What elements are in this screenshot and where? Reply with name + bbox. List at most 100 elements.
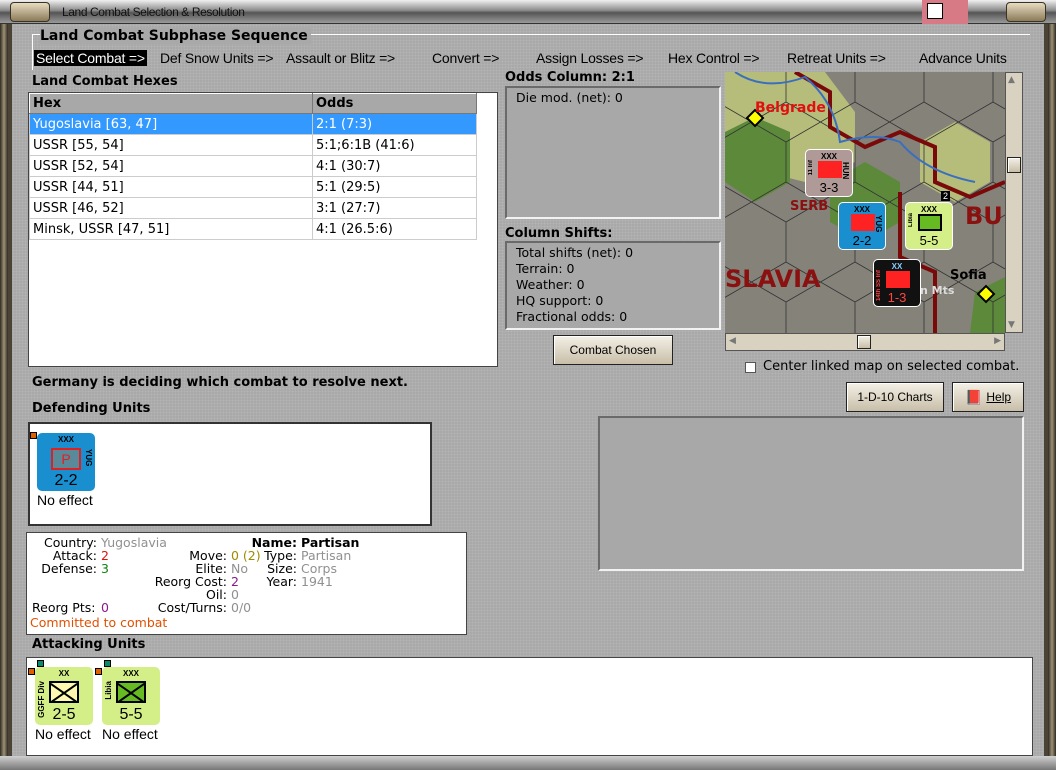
unit-size: XXX xyxy=(122,669,139,678)
attacking-unit-counter[interactable]: XX GGFF Div 2-5 xyxy=(35,667,93,725)
defending-units-panel: XXX P YUG 2-2 No effect xyxy=(28,422,432,526)
hq-support-shift: HQ support: 0 xyxy=(516,293,604,308)
hex-row[interactable]: Minsk, USSR [47, 51] 4:1 (26.5:6) xyxy=(29,218,477,240)
infantry-symbol-icon xyxy=(851,214,875,231)
help-label: Help xyxy=(986,390,1012,404)
hex-row[interactable]: USSR [46, 52] 3:1 (27:7) xyxy=(29,197,477,219)
scroll-up-arrow-icon[interactable]: ▲ xyxy=(1008,75,1015,85)
status-dot xyxy=(37,660,44,667)
hex-row[interactable]: Yugoslavia [63, 47] 2:1 (7:3) xyxy=(29,113,477,135)
reorg-pts-value: 0 xyxy=(101,600,109,615)
map-horizontal-scrollbar[interactable]: ◀ ▶ xyxy=(725,333,1005,351)
year-label: Year: xyxy=(266,574,297,589)
subphase-sequence-title: Land Combat Subphase Sequence xyxy=(40,28,311,44)
terrain-shift: Terrain: 0 xyxy=(516,261,575,276)
infantry-symbol-icon xyxy=(918,214,942,231)
hex-cell: USSR [44, 51] xyxy=(29,176,313,198)
hex-row[interactable]: USSR [52, 54] 4:1 (30:7) xyxy=(29,155,477,177)
unit-size: XXX xyxy=(853,205,870,214)
unit-size: XXX xyxy=(57,435,74,444)
collapse-button[interactable] xyxy=(10,2,50,22)
scroll-left-arrow-icon[interactable]: ◀ xyxy=(729,336,736,346)
column-shifts-panel: Total shifts (net): 0 Terrain: 0 Weather… xyxy=(505,241,721,330)
reorg-pts-label: Reorg Pts: xyxy=(32,600,96,615)
infantry-symbol-icon xyxy=(116,681,146,703)
step-assault-or-blitz: Assault or Blitz => xyxy=(286,50,396,66)
title-bar: Land Combat Selection & Resolution xyxy=(0,0,1056,24)
step-retreat-units: Retreat Units => xyxy=(787,50,886,66)
combat-chosen-button[interactable]: Combat Chosen xyxy=(553,335,673,365)
unit-name: Libia xyxy=(908,213,914,228)
unit-strength: 5-5 xyxy=(119,706,143,723)
hex-cell: USSR [55, 54] xyxy=(29,134,313,156)
defense-label: Defense: xyxy=(41,561,97,576)
unit-status: Committed to combat xyxy=(30,615,168,630)
help-book-icon: 📕 xyxy=(964,388,983,405)
unit-name: 11 Inf xyxy=(808,160,814,176)
land-combat-hexes-list: Hex Odds Yugoslavia [63, 47] 2:1 (7:3) USS… xyxy=(28,92,498,367)
hex-row[interactable]: USSR [44, 51] 5:1 (29:5) xyxy=(29,176,477,198)
unit-info-panel: Country: Yugoslavia Attack: 2 Defense: 3… xyxy=(26,532,467,635)
odds-cell: 5:1;6:1B (41:6) xyxy=(312,134,477,156)
column-header-hex[interactable]: Hex xyxy=(29,93,313,114)
weather-shift: Weather: 0 xyxy=(516,277,585,292)
odds-column-title: Odds Column: 2:1 xyxy=(505,70,635,85)
step-advance-units: Advance Units xyxy=(919,50,1007,66)
status-dot xyxy=(30,432,37,439)
linked-map[interactable]: Belgrade SERB SLAVIA BU Sofia n Mts XXX … xyxy=(725,72,1005,333)
scroll-right-arrow-icon[interactable]: ▶ xyxy=(994,336,1001,346)
infantry-symbol-icon xyxy=(886,271,910,288)
die-mod-text: Die mod. (net): 0 xyxy=(516,90,623,105)
infantry-symbol-icon xyxy=(49,681,79,703)
cost-turns-label: Cost/Turns: xyxy=(157,600,227,615)
cost-turns-value: 0/0 xyxy=(231,600,252,615)
map-label-belgrade: Belgrade xyxy=(755,100,826,116)
step-hex-control: Hex Control => xyxy=(668,50,760,66)
attacking-unit-effect: No effect xyxy=(35,726,91,742)
country-value: Yugoslavia xyxy=(101,535,167,550)
map-vertical-scrollbar[interactable]: ▲ ▼ xyxy=(1005,72,1023,333)
unit-nationality: YUG xyxy=(874,215,883,233)
map-label-mountains: n Mts xyxy=(920,284,955,297)
odds-cell: 5:1 (29:5) xyxy=(312,176,477,198)
map-unit-counter[interactable]: XXX YUG 2-2 xyxy=(838,202,886,250)
attacking-units-title: Attacking Units xyxy=(32,637,146,652)
unit-strength: 5-5 xyxy=(919,233,939,248)
attacking-unit-counter[interactable]: XXX Libia 5-5 xyxy=(102,667,160,725)
hex-row[interactable]: USSR [55, 54] 5:1;6:1B (41:6) xyxy=(29,134,477,156)
status-dot xyxy=(104,660,111,667)
unit-strength: 2-2 xyxy=(54,472,78,489)
column-shifts-title: Column Shifts: xyxy=(505,226,613,241)
horizontal-scroll-thumb[interactable] xyxy=(857,335,871,349)
window-title: Land Combat Selection & Resolution xyxy=(62,5,245,19)
map-label-yugoslavia: SLAVIA xyxy=(725,265,821,293)
unit-strength: 1-3 xyxy=(887,290,907,305)
attacking-unit-effect: No effect xyxy=(102,726,158,742)
unit-nationality: YUG xyxy=(84,449,93,467)
map-unit-counter[interactable]: XXX Libia 5-5 2 xyxy=(905,191,953,250)
total-shifts: Total shifts (net): 0 xyxy=(516,245,634,260)
map-label-sofia: Sofia xyxy=(950,268,987,283)
center-map-label: Center linked map on selected combat. xyxy=(763,359,1020,374)
hex-cell: Minsk, USSR [47, 51] xyxy=(29,218,313,240)
close-button[interactable] xyxy=(1006,2,1046,22)
status-message: Germany is deciding which combat to reso… xyxy=(32,375,408,390)
year-value: 1941 xyxy=(301,574,333,589)
center-map-checkbox[interactable] xyxy=(745,362,756,373)
step-assign-losses: Assign Losses => xyxy=(536,50,644,66)
charts-button[interactable]: 1-D-10 Charts xyxy=(846,382,944,412)
defending-unit-counter[interactable]: XXX P YUG 2-2 xyxy=(37,433,95,491)
unit-strength: 3-3 xyxy=(819,180,839,195)
help-button[interactable]: 📕 Help xyxy=(952,382,1024,412)
scroll-down-arrow-icon[interactable]: ▼ xyxy=(1008,320,1015,330)
step-def-snow-units: Def Snow Units => xyxy=(160,50,274,66)
hex-cell: USSR [52, 54] xyxy=(29,155,313,177)
unit-strength: 2-2 xyxy=(852,233,872,248)
map-label-bulgaria: BU xyxy=(965,202,1003,230)
vertical-scroll-thumb[interactable] xyxy=(1007,157,1021,173)
hex-cell: USSR [46, 52] xyxy=(29,197,313,219)
window-frame-left xyxy=(0,24,8,770)
column-header-odds[interactable]: Odds xyxy=(312,93,477,114)
map-unit-counter[interactable]: XX 14th SS Inf 1-3 xyxy=(873,259,921,307)
map-unit-counter[interactable]: XXX HUN 11 Inf 3-3 xyxy=(805,149,853,197)
